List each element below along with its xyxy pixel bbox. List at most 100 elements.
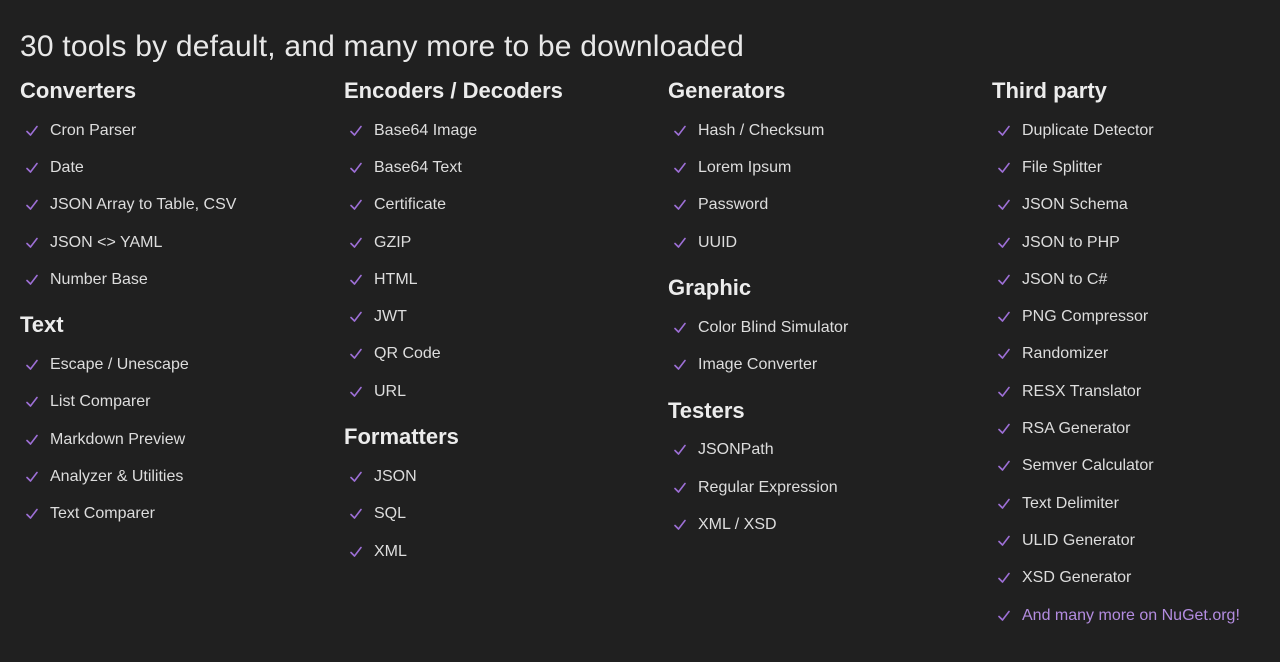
tool-list: JSON SQL XML	[344, 458, 644, 570]
item-label: Duplicate Detector	[1022, 121, 1154, 139]
item-label: Text Comparer	[50, 505, 155, 523]
list-item: Randomizer	[992, 336, 1280, 373]
list-item: XML	[344, 533, 644, 570]
section-graphic: Graphic Color Blind Simulator Image Conv…	[668, 273, 968, 384]
section-testers: Testers JSONPath Regular Expression XML …	[668, 396, 968, 544]
checkmark-icon	[998, 534, 1010, 548]
checkmark-icon	[350, 273, 362, 287]
section-title: Generators	[668, 78, 786, 103]
checkmark-icon	[350, 507, 362, 521]
tool-list: Duplicate Detector File Splitter JSON Sc…	[992, 112, 1280, 634]
list-item: Semver Calculator	[992, 448, 1280, 485]
section-title: Text	[20, 312, 64, 338]
section-encoders-decoders: Encoders / Decoders Base64 Image Base64 …	[344, 76, 644, 410]
section-text: Text Escape / Unescape List Comparer Mar…	[20, 310, 320, 532]
list-item: Number Base	[20, 261, 320, 298]
item-label: Base64 Text	[374, 158, 462, 176]
list-item: RESX Translator	[992, 373, 1280, 410]
list-item: Password	[668, 187, 968, 224]
list-item: Duplicate Detector	[992, 112, 1280, 149]
tool-list: Hash / Checksum Lorem Ipsum Password UUI…	[668, 112, 968, 261]
page-title: 30 tools by default, and many more to be…	[20, 30, 745, 63]
section-third-party: Third party Duplicate Detector File Spli…	[992, 76, 1280, 634]
list-item: SQL	[344, 496, 644, 533]
checkmark-icon	[998, 273, 1010, 287]
checkmark-icon	[26, 433, 38, 447]
list-item: JSONPath	[668, 432, 968, 469]
list-item: Text Comparer	[20, 496, 320, 533]
tool-list: JSONPath Regular Expression XML / XSD	[668, 432, 968, 544]
item-label: Escape / Unescape	[50, 356, 189, 374]
section-title: Encoders / Decoders	[344, 78, 563, 103]
item-label: Randomizer	[1022, 345, 1109, 363]
checkmark-icon	[998, 497, 1010, 511]
list-item: HTML	[344, 261, 644, 298]
item-label: JSON Schema	[1022, 196, 1128, 214]
checkmark-icon	[674, 443, 686, 457]
item-label: JSON to PHP	[1022, 233, 1120, 251]
item-label: JWT	[374, 308, 407, 326]
item-label: RSA Generator	[1022, 420, 1131, 438]
section-generators: Generators Hash / Checksum Lorem Ipsum P…	[668, 76, 968, 261]
list-item: Certificate	[344, 187, 644, 224]
item-label: JSON to C#	[1022, 270, 1108, 288]
list-item: Image Converter	[668, 346, 968, 383]
checkmark-icon	[998, 347, 1010, 361]
item-label: HTML	[374, 270, 418, 288]
checkmark-icon	[350, 161, 362, 175]
item-label: Text Delimiter	[1022, 494, 1119, 512]
item-label: Password	[698, 196, 769, 214]
list-item: URL	[344, 373, 644, 410]
checkmark-icon	[998, 385, 1010, 399]
tool-list: Escape / Unescape List Comparer Markdown…	[20, 346, 320, 532]
list-item: JSON	[344, 458, 644, 495]
checkmark-icon	[674, 236, 686, 250]
list-item: GZIP	[344, 224, 644, 261]
item-label: JSON	[374, 468, 417, 486]
list-item: JWT	[344, 298, 644, 335]
item-label: Hash / Checksum	[698, 121, 825, 139]
checkmark-icon	[26, 395, 38, 409]
item-label: Number Base	[50, 270, 148, 288]
nuget-link-item[interactable]: And many more on NuGet.org!	[992, 597, 1280, 634]
item-label: ULID Generator	[1022, 531, 1135, 549]
list-item: Regular Expression	[668, 469, 968, 506]
checkmark-icon	[674, 481, 686, 495]
checkmark-icon	[998, 459, 1010, 473]
list-item: Base64 Text	[344, 149, 644, 186]
tool-list: Color Blind Simulator Image Converter	[668, 309, 968, 384]
item-label: RESX Translator	[1022, 382, 1142, 400]
list-item: JSON Array to Table, CSV	[20, 187, 320, 224]
checkmark-icon	[674, 358, 686, 372]
item-label: JSON Array to Table, CSV	[50, 196, 237, 214]
list-item: UUID	[668, 224, 968, 261]
item-label: Image Converter	[698, 356, 818, 374]
item-label: Certificate	[374, 196, 447, 214]
checkmark-icon	[674, 124, 686, 138]
list-item: Color Blind Simulator	[668, 309, 968, 346]
item-label: Base64 Image	[374, 121, 478, 139]
checkmark-icon	[998, 198, 1010, 212]
checkmark-icon	[350, 347, 362, 361]
checkmark-icon	[26, 236, 38, 250]
list-item: Cron Parser	[20, 112, 320, 149]
nuget-link[interactable]: And many more on NuGet.org!	[1022, 607, 1240, 625]
list-item: XSD Generator	[992, 560, 1280, 597]
item-label: Regular Expression	[698, 478, 838, 496]
item-label: SQL	[374, 505, 407, 523]
checkmark-icon	[350, 310, 362, 324]
list-item: Base64 Image	[344, 112, 644, 149]
checkmark-icon	[674, 518, 686, 532]
item-label: Markdown Preview	[50, 430, 186, 448]
checkmark-icon	[350, 385, 362, 399]
item-label: Analyzer & Utilities	[50, 468, 184, 486]
checkmark-icon	[998, 161, 1010, 175]
section-title: Third party	[992, 78, 1107, 103]
list-item: Escape / Unescape	[20, 346, 320, 383]
item-label: GZIP	[374, 233, 412, 251]
checkmark-icon	[998, 571, 1010, 585]
item-label: JSONPath	[698, 441, 774, 459]
checkmark-icon	[26, 198, 38, 212]
checkmark-icon	[998, 310, 1010, 324]
list-item: JSON to C#	[992, 261, 1280, 298]
